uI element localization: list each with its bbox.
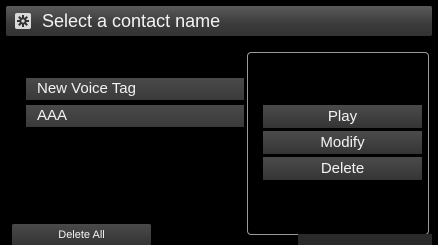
delete-button[interactable]: Delete xyxy=(263,157,422,180)
page-title: Select a contact name xyxy=(42,11,221,31)
contact-item-aaa[interactable]: AAA xyxy=(26,105,244,127)
voice-tag-screen: Select a contact name New Voice Tag AAA … xyxy=(0,0,438,245)
play-button[interactable]: Play xyxy=(263,105,422,128)
options-popup: Play Modify Delete xyxy=(247,52,429,235)
title-bar: Select a contact name xyxy=(6,6,432,36)
modify-button[interactable]: Modify xyxy=(263,131,422,154)
delete-all-button[interactable]: Delete All xyxy=(12,224,151,245)
settings-gear-icon xyxy=(15,13,31,29)
footer-right-button[interactable] xyxy=(298,234,432,245)
contact-item-new-voice-tag[interactable]: New Voice Tag xyxy=(26,78,244,100)
